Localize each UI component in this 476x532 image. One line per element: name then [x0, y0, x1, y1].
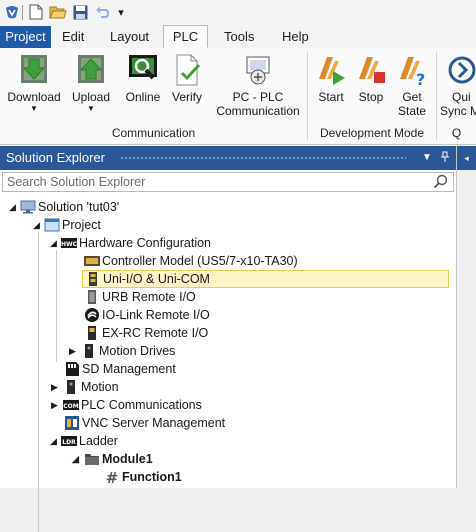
chevron-down-icon: ▼ [87, 104, 95, 113]
quick-sync-button[interactable]: Qui Sync M [440, 48, 476, 122]
collapsed-icon[interactable]: ▶ [50, 400, 59, 410]
download-button[interactable]: Download ▼ [6, 48, 62, 122]
new-icon[interactable] [27, 3, 45, 21]
open-icon[interactable] [49, 3, 67, 21]
tree-item-ladder[interactable]: ◢ LDR Ladder [49, 432, 118, 450]
controller-icon [84, 253, 100, 269]
search-icon[interactable] [433, 174, 449, 193]
get-state-icon: ? [394, 53, 430, 89]
plc-comm-icon: COM [63, 397, 79, 413]
undo-icon[interactable] [93, 3, 111, 21]
pc-plc-communication-icon [240, 53, 276, 87]
tab-plc[interactable]: PLC [163, 25, 208, 48]
online-button[interactable]: Online [120, 48, 166, 122]
get-state-button[interactable]: ? Get State [392, 48, 432, 122]
tree-item-ex-rc-remote-io[interactable]: EX-RC Remote I/O [84, 324, 208, 342]
pin-icon[interactable] [438, 146, 452, 170]
group-label-development-mode: Development Mode [319, 126, 425, 140]
uni-io-icon [85, 271, 101, 287]
chevron-left-icon[interactable]: ◂ [457, 146, 476, 170]
tree-item-hardware-configuration[interactable]: ◢ HWC Hardware Configuration [49, 234, 211, 252]
tab-layout[interactable]: Layout [103, 26, 156, 48]
solution-explorer-titlebar: Solution Explorer ▼ [0, 146, 456, 170]
tab-edit[interactable]: Edit [55, 26, 91, 48]
urb-icon [84, 289, 100, 305]
tree-item-function1[interactable]: # Function1 [104, 468, 182, 487]
tree-item-io-link-remote-io[interactable]: IO-Link Remote I/O [84, 306, 210, 324]
collapsed-icon[interactable]: ▶ [68, 346, 77, 356]
search-box[interactable] [2, 172, 454, 192]
tree-guide [38, 232, 39, 532]
svg-text:COM: COM [63, 403, 79, 410]
vnc-icon [64, 415, 80, 431]
stop-button[interactable]: Stop [352, 48, 390, 122]
svg-text:?: ? [416, 70, 425, 87]
expanded-icon[interactable]: ◢ [49, 238, 58, 248]
panel-title: Solution Explorer [6, 150, 105, 165]
upload-icon [73, 53, 109, 87]
tab-help[interactable]: Help [275, 26, 316, 48]
hardware-config-icon: HWC [61, 235, 78, 251]
tab-project[interactable]: Project [0, 26, 51, 48]
tree-item-motion[interactable]: ▶ Motion [50, 378, 119, 396]
dropdown-icon[interactable]: ▼ [420, 146, 434, 170]
expanded-icon[interactable]: ◢ [8, 202, 17, 212]
document-area: ◂ [457, 146, 476, 488]
tree-item-urb-remote-io[interactable]: URB Remote I/O [84, 288, 196, 306]
save-icon[interactable] [71, 3, 89, 21]
function-icon: # [104, 469, 120, 487]
download-icon [16, 53, 52, 87]
svg-text:#: # [106, 469, 119, 485]
customize-icon[interactable]: ▾ [112, 3, 130, 21]
tree-item-sd-management[interactable]: SD Management [64, 360, 176, 378]
svg-text:LDR: LDR [62, 439, 76, 446]
tree-item-controller-model[interactable]: Controller Model (US5/7-x10-TA30) [84, 252, 298, 270]
tree-item-module1[interactable]: ◢ Module1 [71, 450, 153, 468]
ladder-icon: LDR [61, 433, 77, 449]
start-button[interactable]: Start [312, 48, 350, 122]
motion-icon [63, 379, 79, 395]
pc-plc-communication-button[interactable]: PC - PLC Communication [212, 48, 304, 122]
expanded-icon[interactable]: ◢ [32, 220, 41, 230]
upload-button[interactable]: Upload ▼ [64, 48, 118, 122]
tree-item-project[interactable]: ◢ Project [32, 216, 101, 234]
tree-guide [56, 250, 57, 362]
tree-item-vnc-server-management[interactable]: VNC Server Management [64, 414, 225, 432]
stop-icon [353, 53, 389, 87]
collapsed-icon[interactable]: ▶ [50, 382, 59, 392]
project-icon [44, 217, 60, 233]
tree-item-uni-io[interactable]: Uni-I/O & Uni-COM [82, 270, 449, 288]
app-icon[interactable] [3, 3, 21, 21]
svg-text:HWC: HWC [61, 241, 77, 248]
grip [120, 156, 406, 160]
start-icon [313, 53, 349, 87]
ex-rc-icon [84, 325, 100, 341]
folder-icon [84, 451, 100, 467]
group-label-quick: Q [451, 126, 462, 140]
menu-bar: Project Edit Layout PLC Tools Help [0, 25, 476, 49]
sd-icon [64, 361, 80, 377]
verify-button[interactable]: Verify [168, 48, 206, 122]
verify-icon [169, 53, 205, 87]
ribbon: Download ▼ Upload ▼ Online Verify PC - P… [0, 48, 476, 145]
motion-drives-icon [81, 343, 97, 359]
quick-sync-icon [444, 53, 476, 87]
search-input[interactable] [3, 173, 421, 191]
solution-icon [20, 199, 36, 215]
expanded-icon[interactable]: ◢ [49, 436, 58, 446]
tree-item-motion-drives[interactable]: ▶ Motion Drives [68, 342, 175, 360]
io-link-icon [84, 307, 100, 323]
chevron-down-icon: ▼ [30, 104, 38, 113]
tree-item-plc-communications[interactable]: ▶ COM PLC Communications [50, 396, 202, 414]
group-label-communication: Communication [111, 126, 196, 140]
expanded-icon[interactable]: ◢ [71, 454, 80, 464]
solution-explorer-panel: Solution Explorer ▼ ◢ Solution 'tut03' ◢… [0, 146, 457, 532]
quick-access-toolbar: ▾ [0, 0, 476, 26]
tree-item-solution[interactable]: ◢ Solution 'tut03' [8, 198, 119, 216]
tab-tools[interactable]: Tools [217, 26, 261, 48]
online-icon [125, 53, 161, 87]
